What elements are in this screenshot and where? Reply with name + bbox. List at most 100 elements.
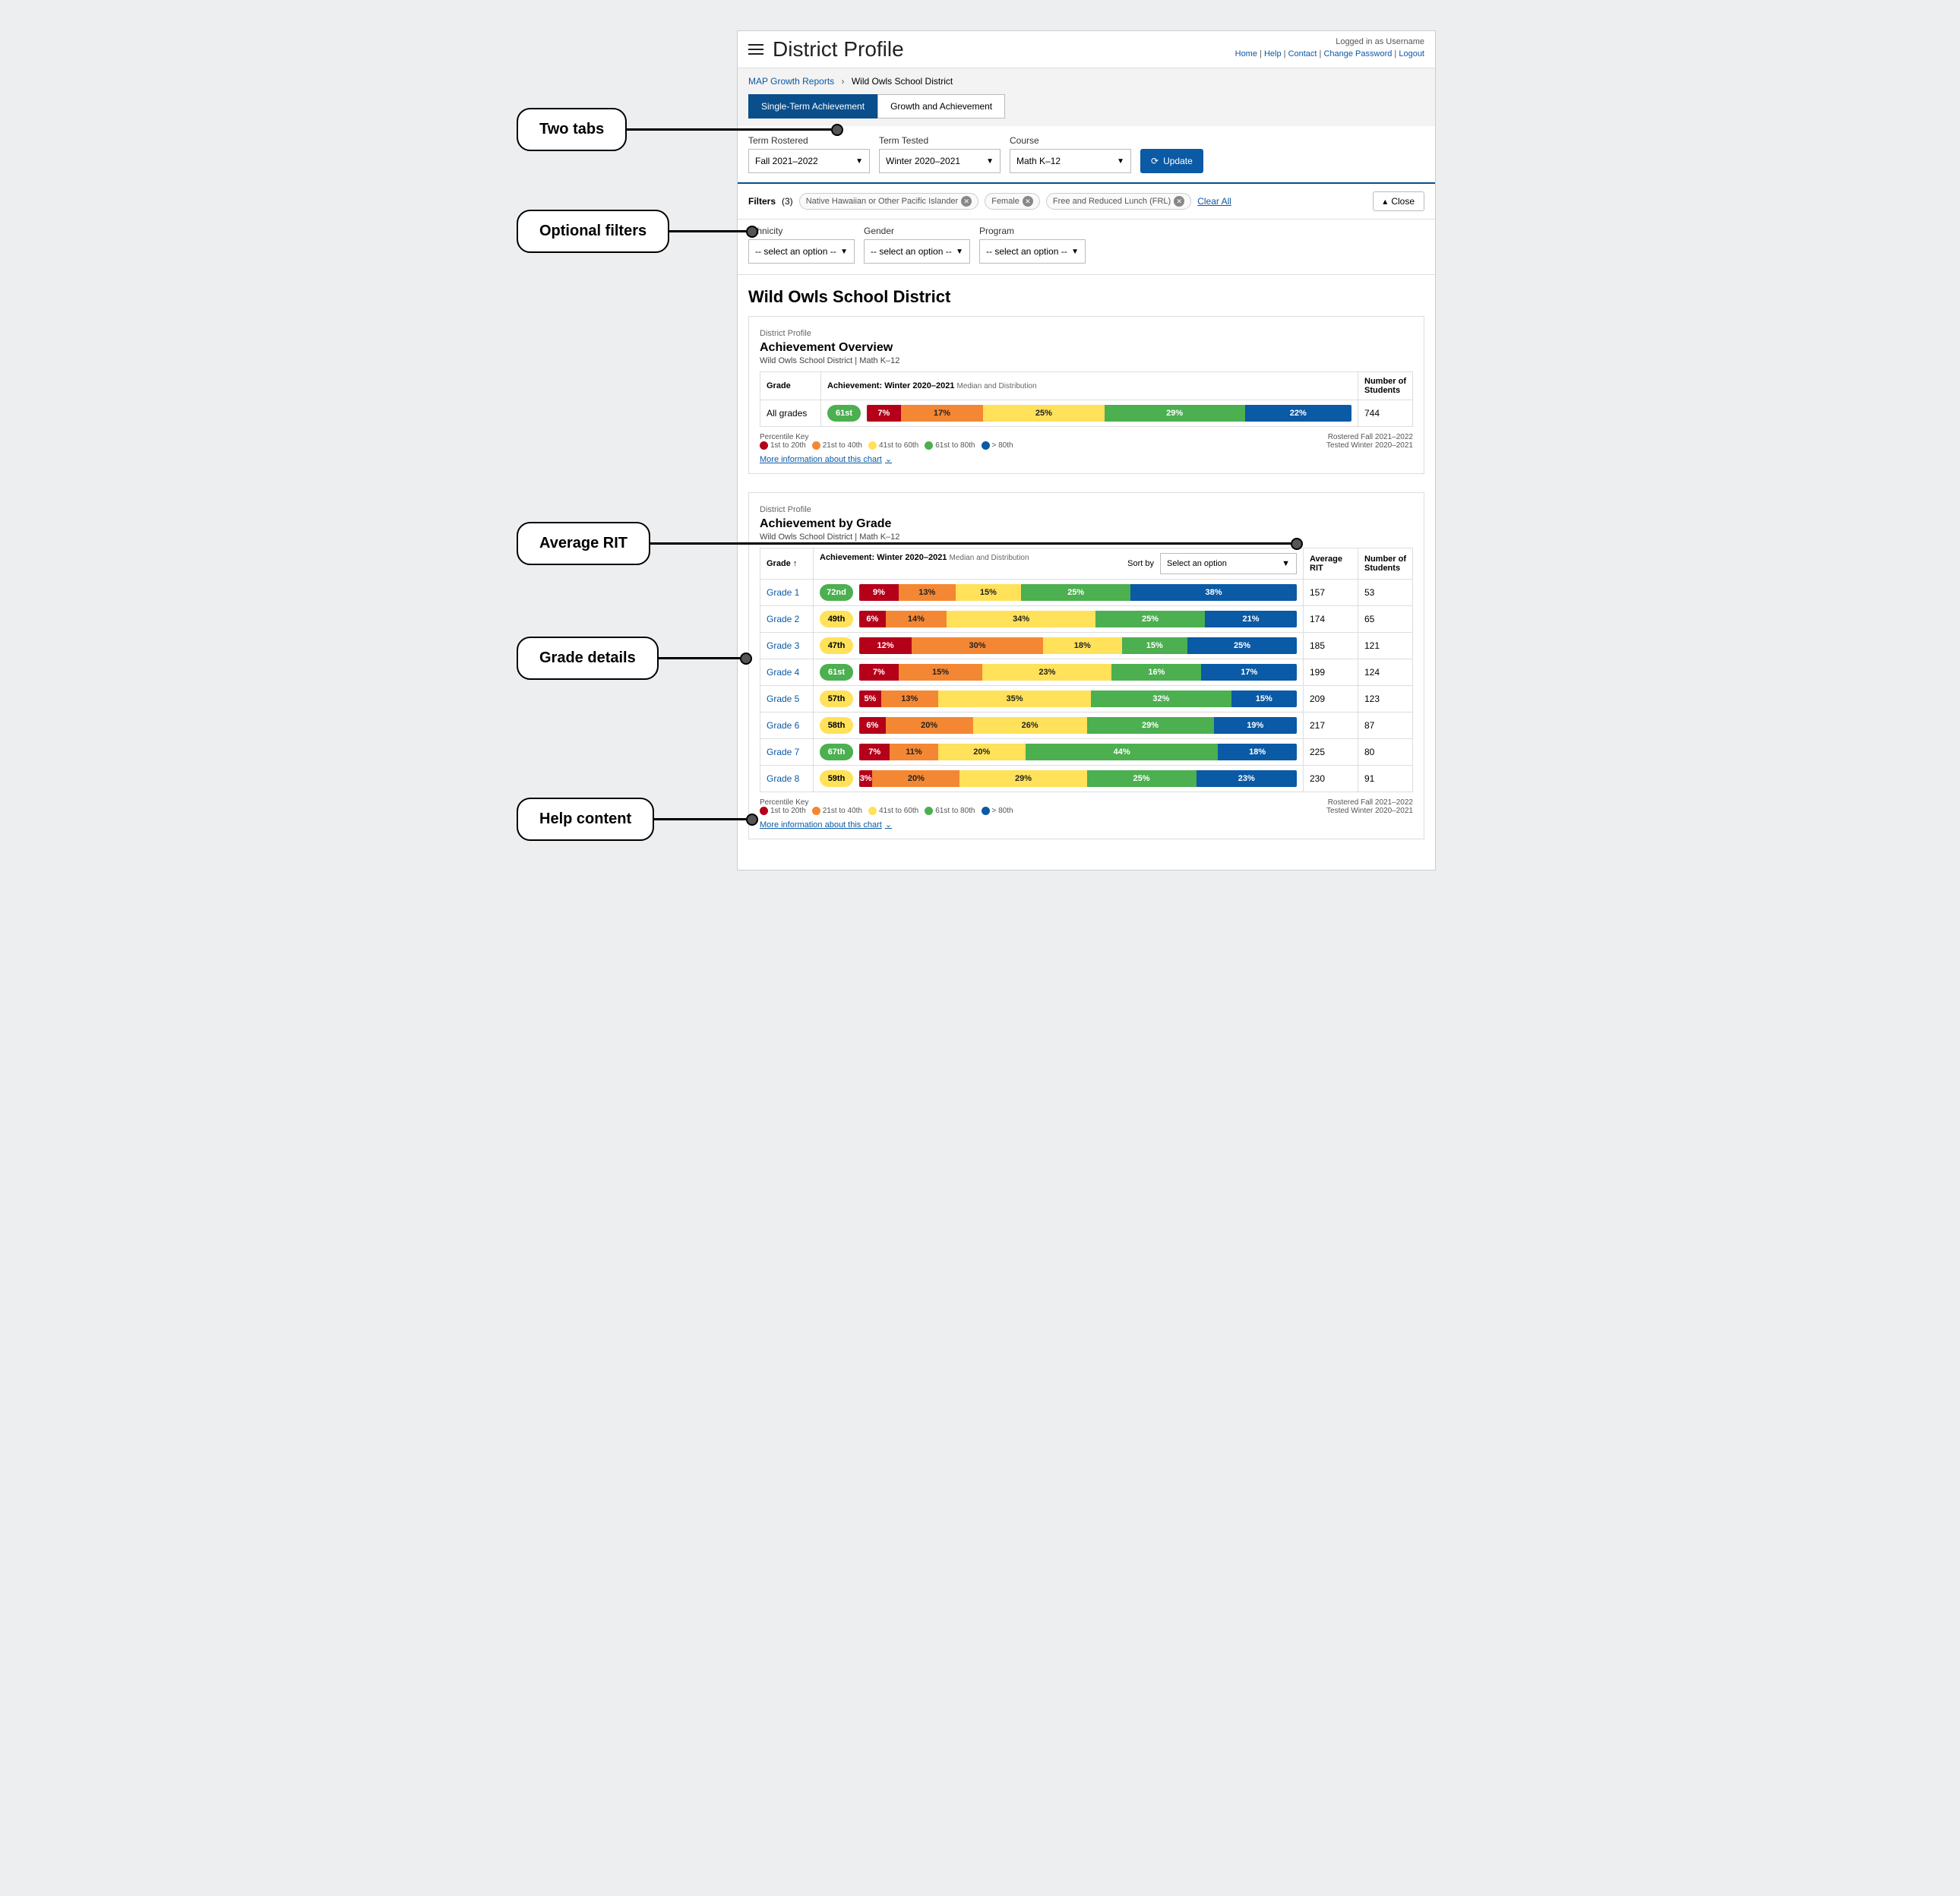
chevron-right-icon: › xyxy=(842,76,845,87)
table-row: Grade 172nd9%13%15%25%38%15753 xyxy=(760,580,1413,606)
percentile-key: 1st to 20th 21st to 40th 41st to 60th 61… xyxy=(760,807,1013,815)
breadcrumb-root[interactable]: MAP Growth Reports xyxy=(748,76,834,87)
section-title: Wild Owls School District xyxy=(748,287,1424,307)
grade-link[interactable]: Grade 2 xyxy=(767,614,799,624)
rit-cell: 157 xyxy=(1304,580,1358,606)
link-logout[interactable]: Logout xyxy=(1399,49,1424,58)
chevron-down-icon: ▼ xyxy=(986,157,994,166)
table-row: Grade 859th3%20%29%25%23%23091 xyxy=(760,766,1413,792)
select-ethnicity[interactable]: -- select an option --▼ xyxy=(748,239,855,264)
table-row: Grade 767th7%11%20%44%18%22580 xyxy=(760,739,1413,766)
distribution-bar: 9%13%15%25%38% xyxy=(859,584,1297,601)
distribution-bar: 5%13%35%32%15% xyxy=(859,690,1297,707)
remove-chip-icon[interactable]: ✕ xyxy=(1174,196,1184,207)
link-help[interactable]: Help xyxy=(1264,49,1282,58)
table-row: Grade 2 49th 6%14%34%25%21% 17465 xyxy=(760,606,1413,633)
callout-label: Help content xyxy=(517,798,654,841)
col-rit: Average RIT xyxy=(1304,548,1358,580)
link-home[interactable]: Home xyxy=(1235,49,1257,58)
col-grade: Grade xyxy=(760,372,821,400)
tab-growth[interactable]: Growth and Achievement xyxy=(877,94,1005,118)
grade-link[interactable]: Grade 4 xyxy=(767,667,799,678)
median-pill: 49th xyxy=(820,611,853,627)
grade-link[interactable]: Grade 7 xyxy=(767,747,799,757)
students-cell: 65 xyxy=(1358,606,1413,633)
more-info-link[interactable]: More information about this chart⌄ xyxy=(760,454,1013,464)
card-title: Achievement Overview xyxy=(760,341,1413,355)
callout-grade-details: Grade details xyxy=(517,637,752,680)
table-row: Grade 658th6%20%26%29%19%21787 xyxy=(760,713,1413,739)
median-pill: 57th xyxy=(820,690,853,707)
more-info-link[interactable]: More information about this chart⌄ xyxy=(760,820,1013,830)
distribution-bar: 6%20%26%29%19% xyxy=(859,717,1297,734)
remove-chip-icon[interactable]: ✕ xyxy=(1023,196,1033,207)
students-cell: 80 xyxy=(1358,739,1413,766)
link-change-password[interactable]: Change Password xyxy=(1323,49,1392,58)
tested-meta: Tested Winter 2020–2021 xyxy=(1326,441,1413,450)
students-cell: 91 xyxy=(1358,766,1413,792)
table-row: Grade 347th12%30%18%15%25%185121 xyxy=(760,633,1413,659)
achievement-overview-card: District Profile Achievement Overview Wi… xyxy=(748,316,1424,474)
chevron-up-icon: ▴ xyxy=(1383,196,1387,207)
rit-cell: 209 xyxy=(1304,686,1358,713)
table-row: All grades 61st 7% 17% 25% 29% 22% 744 xyxy=(760,400,1413,427)
select-gender[interactable]: -- select an option --▼ xyxy=(864,239,970,264)
callout-label: Two tabs xyxy=(517,108,627,151)
remove-chip-icon[interactable]: ✕ xyxy=(961,196,972,207)
label-course: Course xyxy=(1010,135,1131,146)
link-contact[interactable]: Contact xyxy=(1288,49,1317,58)
col-students: Number of Students xyxy=(1358,372,1413,400)
chevron-down-icon: ▼ xyxy=(1071,248,1079,256)
grade-link[interactable]: Grade 8 xyxy=(767,773,799,784)
median-pill: 47th xyxy=(820,637,853,654)
rit-cell: 225 xyxy=(1304,739,1358,766)
topbar: District Profile Logged in as Username H… xyxy=(738,31,1435,68)
median-pill: 59th xyxy=(820,770,853,787)
label-gender: Gender xyxy=(864,226,970,236)
col-students: Number of Students xyxy=(1358,548,1413,580)
label-program: Program xyxy=(979,226,1086,236)
update-button[interactable]: ⟳Update xyxy=(1140,149,1203,173)
filter-chip: Female✕ xyxy=(985,193,1040,210)
rit-cell: 174 xyxy=(1304,606,1358,633)
clear-all-link[interactable]: Clear All xyxy=(1197,196,1231,207)
grade-link[interactable]: Grade 1 xyxy=(767,587,799,598)
students-cell: 87 xyxy=(1358,713,1413,739)
grade-link[interactable]: Grade 3 xyxy=(767,640,799,651)
students-cell: 121 xyxy=(1358,633,1413,659)
filters-count: (3) xyxy=(782,196,793,207)
chevron-down-icon: ▼ xyxy=(840,248,848,256)
card-crumb: District Profile xyxy=(760,505,811,514)
chevron-down-icon: ⌄ xyxy=(885,820,892,830)
median-pill: 72nd xyxy=(820,584,853,601)
select-course[interactable]: Math K–12▼ xyxy=(1010,149,1131,173)
rit-cell: 185 xyxy=(1304,633,1358,659)
login-status: Logged in as Username xyxy=(1235,37,1424,46)
key-title: Percentile Key xyxy=(760,433,1013,441)
label-term-tested: Term Tested xyxy=(879,135,1001,146)
distribution-bar: 7% 17% 25% 29% 22% xyxy=(867,405,1351,422)
chevron-down-icon: ▼ xyxy=(855,157,863,166)
chevron-down-icon: ▼ xyxy=(956,248,963,256)
chevron-down-icon: ▼ xyxy=(1117,157,1124,166)
label-ethnicity: Ethnicity xyxy=(748,226,855,236)
median-pill: 67th xyxy=(820,744,853,760)
select-program[interactable]: -- select an option --▼ xyxy=(979,239,1086,264)
distribution-bar: 3%20%29%25%23% xyxy=(859,770,1297,787)
rostered-meta: Rostered Fall 2021–2022 xyxy=(1326,433,1413,441)
distribution-bar: 6%14%34%25%21% xyxy=(859,611,1297,627)
select-term-tested[interactable]: Winter 2020–2021▼ xyxy=(879,149,1001,173)
chevron-down-icon: ⌄ xyxy=(885,454,892,464)
callout-label: Optional filters xyxy=(517,210,669,253)
select-term-rostered[interactable]: Fall 2021–2022▼ xyxy=(748,149,870,173)
callout-label: Average RIT xyxy=(517,522,650,565)
menu-icon[interactable] xyxy=(748,44,763,55)
grade-link[interactable]: Grade 5 xyxy=(767,694,799,704)
col-achv: Achievement: Winter 2020–2021 Median and… xyxy=(821,372,1358,400)
card-crumb: District Profile xyxy=(760,329,811,338)
callout-help: Help content xyxy=(517,798,758,841)
close-filters-button[interactable]: ▴Close xyxy=(1373,191,1424,211)
page-title: District Profile xyxy=(773,37,904,62)
grade-link[interactable]: Grade 6 xyxy=(767,720,799,731)
median-pill: 58th xyxy=(820,717,853,734)
